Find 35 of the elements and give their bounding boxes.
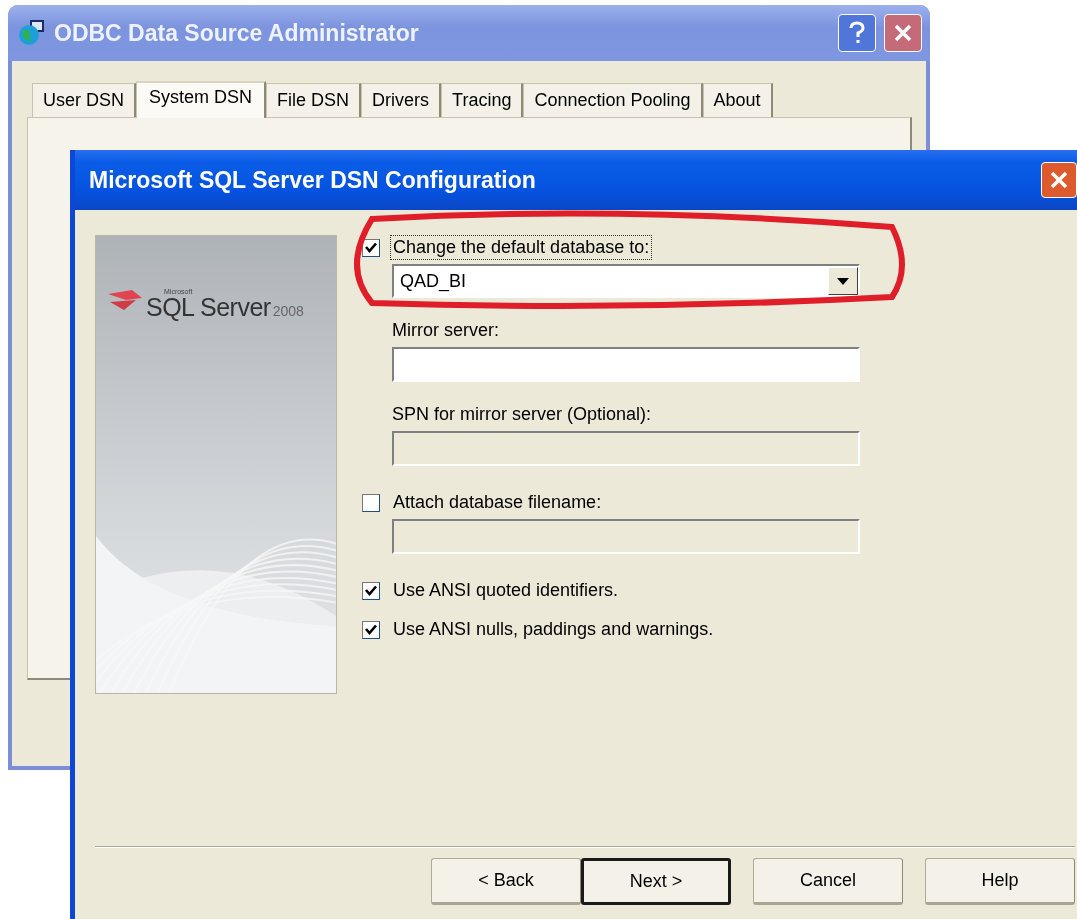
close-button[interactable] — [1041, 162, 1077, 198]
checkbox-label[interactable]: Attach database filename: — [390, 490, 605, 515]
globe-icon — [18, 19, 46, 47]
window-title: ODBC Data Source Administrator — [54, 19, 420, 47]
checkbox[interactable] — [362, 581, 380, 600]
field-label: SPN for mirror server (Optional): — [392, 404, 653, 425]
dialog-button[interactable]: Help — [925, 858, 1075, 905]
dialog-button[interactable]: Next > — [581, 858, 731, 905]
tab[interactable]: About — [702, 83, 773, 117]
dialog-button[interactable]: < Back — [431, 858, 581, 905]
field-label: Mirror server: — [392, 320, 500, 341]
database-dropdown[interactable]: QAD_BI — [392, 264, 860, 298]
tab[interactable]: Drivers — [361, 83, 442, 117]
checkbox[interactable] — [362, 493, 380, 512]
help-button[interactable] — [838, 14, 876, 52]
close-icon — [1049, 170, 1069, 190]
question-icon — [849, 21, 865, 45]
close-button[interactable] — [884, 14, 922, 52]
tab[interactable]: Tracing — [441, 83, 524, 117]
close-icon — [893, 23, 913, 43]
checkbox-label[interactable]: Use ANSI nulls, paddings and warnings. — [390, 617, 717, 642]
input-field[interactable] — [392, 347, 860, 382]
tab[interactable]: User DSN — [32, 83, 136, 117]
tab[interactable]: System DSN — [136, 81, 267, 118]
tab[interactable]: File DSN — [266, 83, 362, 117]
logo-product: SQL Server — [146, 295, 271, 320]
checkbox[interactable] — [362, 238, 380, 257]
checkbox-label[interactable]: Use ANSI quoted identifiers. — [390, 578, 622, 603]
checkbox[interactable] — [362, 620, 380, 639]
checkbox-label[interactable]: Change the default database to: — [390, 235, 653, 260]
dropdown-arrow-icon — [837, 277, 849, 285]
dialog-button[interactable]: Cancel — [753, 858, 903, 905]
logo-version: 2008 — [272, 303, 304, 319]
tab[interactable]: Connection Pooling — [523, 83, 703, 117]
dialog-title: Microsoft SQL Server DSN Configuration — [89, 166, 537, 194]
